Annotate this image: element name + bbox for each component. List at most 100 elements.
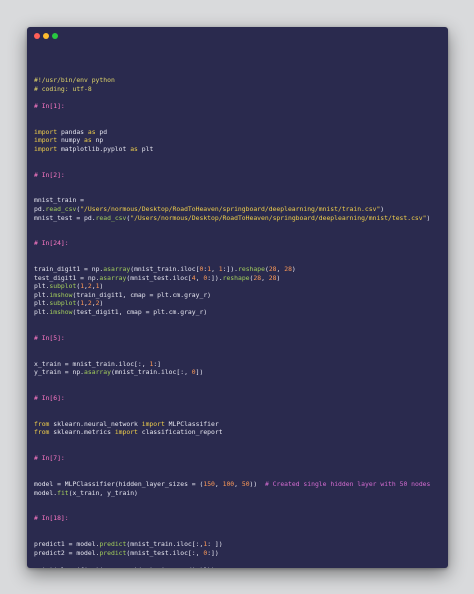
code-line: pd.read_csv("/Users/normous/Desktop/Road… xyxy=(34,205,448,214)
code-token: subplot xyxy=(49,282,77,291)
code-line: predict2 = model.predict(mnist_test.iloc… xyxy=(34,549,448,558)
code-token: asarray xyxy=(84,368,111,377)
code-token: model. xyxy=(72,548,100,557)
code-token: 28 xyxy=(284,265,292,274)
code-token: (mnist_test.iloc[ xyxy=(126,273,192,282)
code-token: MLPClassifier(hidden_layer_sizes xyxy=(60,479,192,488)
code-line: test_digit1 = np.asarray(mnist_test.iloc… xyxy=(34,274,448,283)
code-line: plt.subplot(1,2,2) xyxy=(34,299,448,308)
code-token: asarray xyxy=(99,273,127,282)
code-line: mnist_train = xyxy=(34,196,448,205)
code-token: (mnist_train.iloc[ xyxy=(130,265,200,274)
code-token: MLPClassifier xyxy=(164,419,219,428)
code-token: pd. xyxy=(34,204,46,213)
code-token: pandas xyxy=(57,127,88,136)
code-token: )) xyxy=(249,479,265,488)
code-token: :]). xyxy=(207,273,223,282)
code-token: # In[6]: xyxy=(34,393,65,402)
code-token: (test_digit1, cmap xyxy=(72,308,146,317)
code-token: mnist_train.iloc[:, xyxy=(68,359,150,368)
code-token: pd. xyxy=(80,213,96,222)
code-token: imshow xyxy=(49,308,73,317)
code-token: #!/usr/bin/env python xyxy=(34,76,115,84)
code-token: ]) xyxy=(195,368,204,377)
code-token: plt. xyxy=(34,282,50,291)
code-token: np. xyxy=(87,265,104,274)
code-token: # In[7]: xyxy=(34,454,65,463)
code-token: test_digit1 xyxy=(34,273,81,282)
code-token: as xyxy=(130,144,138,153)
code-token: import xyxy=(34,144,58,153)
code-token: train_digit1 xyxy=(34,265,85,274)
code-token: # In[5]: xyxy=(34,333,65,342)
code-line: # In[1]: xyxy=(34,102,448,111)
code-token: read_csv xyxy=(95,213,127,222)
code-token: asarray xyxy=(103,265,131,274)
code-token: (train_digit1, cmap xyxy=(72,290,150,299)
code-token: "/Users/normous/Desktop/RoadToHeaven/spr… xyxy=(80,204,381,213)
code-token: # coding: utf-8 xyxy=(34,84,92,93)
code-token: plt. xyxy=(34,308,50,317)
code-token: (mnist_test.iloc[:, xyxy=(126,548,204,557)
code-line: x_train = mnist_train.iloc[:, 1:] xyxy=(34,360,448,369)
code-token: , xyxy=(211,265,219,274)
close-button[interactable] xyxy=(34,33,40,39)
code-token: reshape xyxy=(222,273,250,282)
code-token: predict2 xyxy=(34,548,69,557)
code-token: , xyxy=(234,479,242,488)
code-token: 28 xyxy=(268,273,277,282)
code-token: plt. xyxy=(34,299,50,308)
code-token: :]) xyxy=(207,548,219,557)
code-token: mnist_test xyxy=(34,213,77,222)
code-line: plt.imshow(train_digit1, cmap = plt.cm.g… xyxy=(34,291,448,300)
code-line: from sklearn.neural_network import MLPCl… xyxy=(34,420,448,429)
code-token: y_train xyxy=(34,368,65,377)
code-token: read_csv xyxy=(45,204,77,213)
code-line: import matplotlib.pyplot as plt xyxy=(34,145,448,154)
code-token: print(classification_report(y_train, pre… xyxy=(34,566,215,568)
code-line: model.fit(x_train, y_train) xyxy=(34,489,448,498)
code-line: predict1 = model.predict(mnist_train.ilo… xyxy=(34,540,448,549)
code-token: from xyxy=(34,428,50,437)
code-token: as xyxy=(87,127,96,136)
code-token: plt. xyxy=(34,290,50,299)
window-titlebar xyxy=(27,27,448,49)
code-line: mnist_test = pd.read_csv("/Users/normous… xyxy=(34,214,448,223)
code-line: print(classification_report(y_train, pre… xyxy=(34,566,448,568)
code-token: model. xyxy=(34,488,58,497)
code-token: np. xyxy=(68,368,85,377)
code-token: import xyxy=(114,428,138,437)
code-token: reshape xyxy=(238,265,265,274)
code-token: 28 xyxy=(268,265,277,274)
code-token: 50 xyxy=(241,479,250,488)
code-line: import numpy as np xyxy=(34,136,448,145)
code-token: ) xyxy=(291,265,296,274)
code-token: (x_train, y_train) xyxy=(68,488,138,497)
minimize-button[interactable] xyxy=(43,33,49,39)
maximize-button[interactable] xyxy=(52,33,58,39)
code-token: fit xyxy=(57,488,69,497)
code-token: import xyxy=(34,127,58,136)
code-line: #!/usr/bin/env python xyxy=(34,76,448,85)
code-token: plt.cm.gray_r) xyxy=(149,308,208,317)
code-line: plt.subplot(1,2,1) xyxy=(34,282,448,291)
code-line: # In[7]: xyxy=(34,454,448,463)
code-token: ) xyxy=(426,213,431,222)
